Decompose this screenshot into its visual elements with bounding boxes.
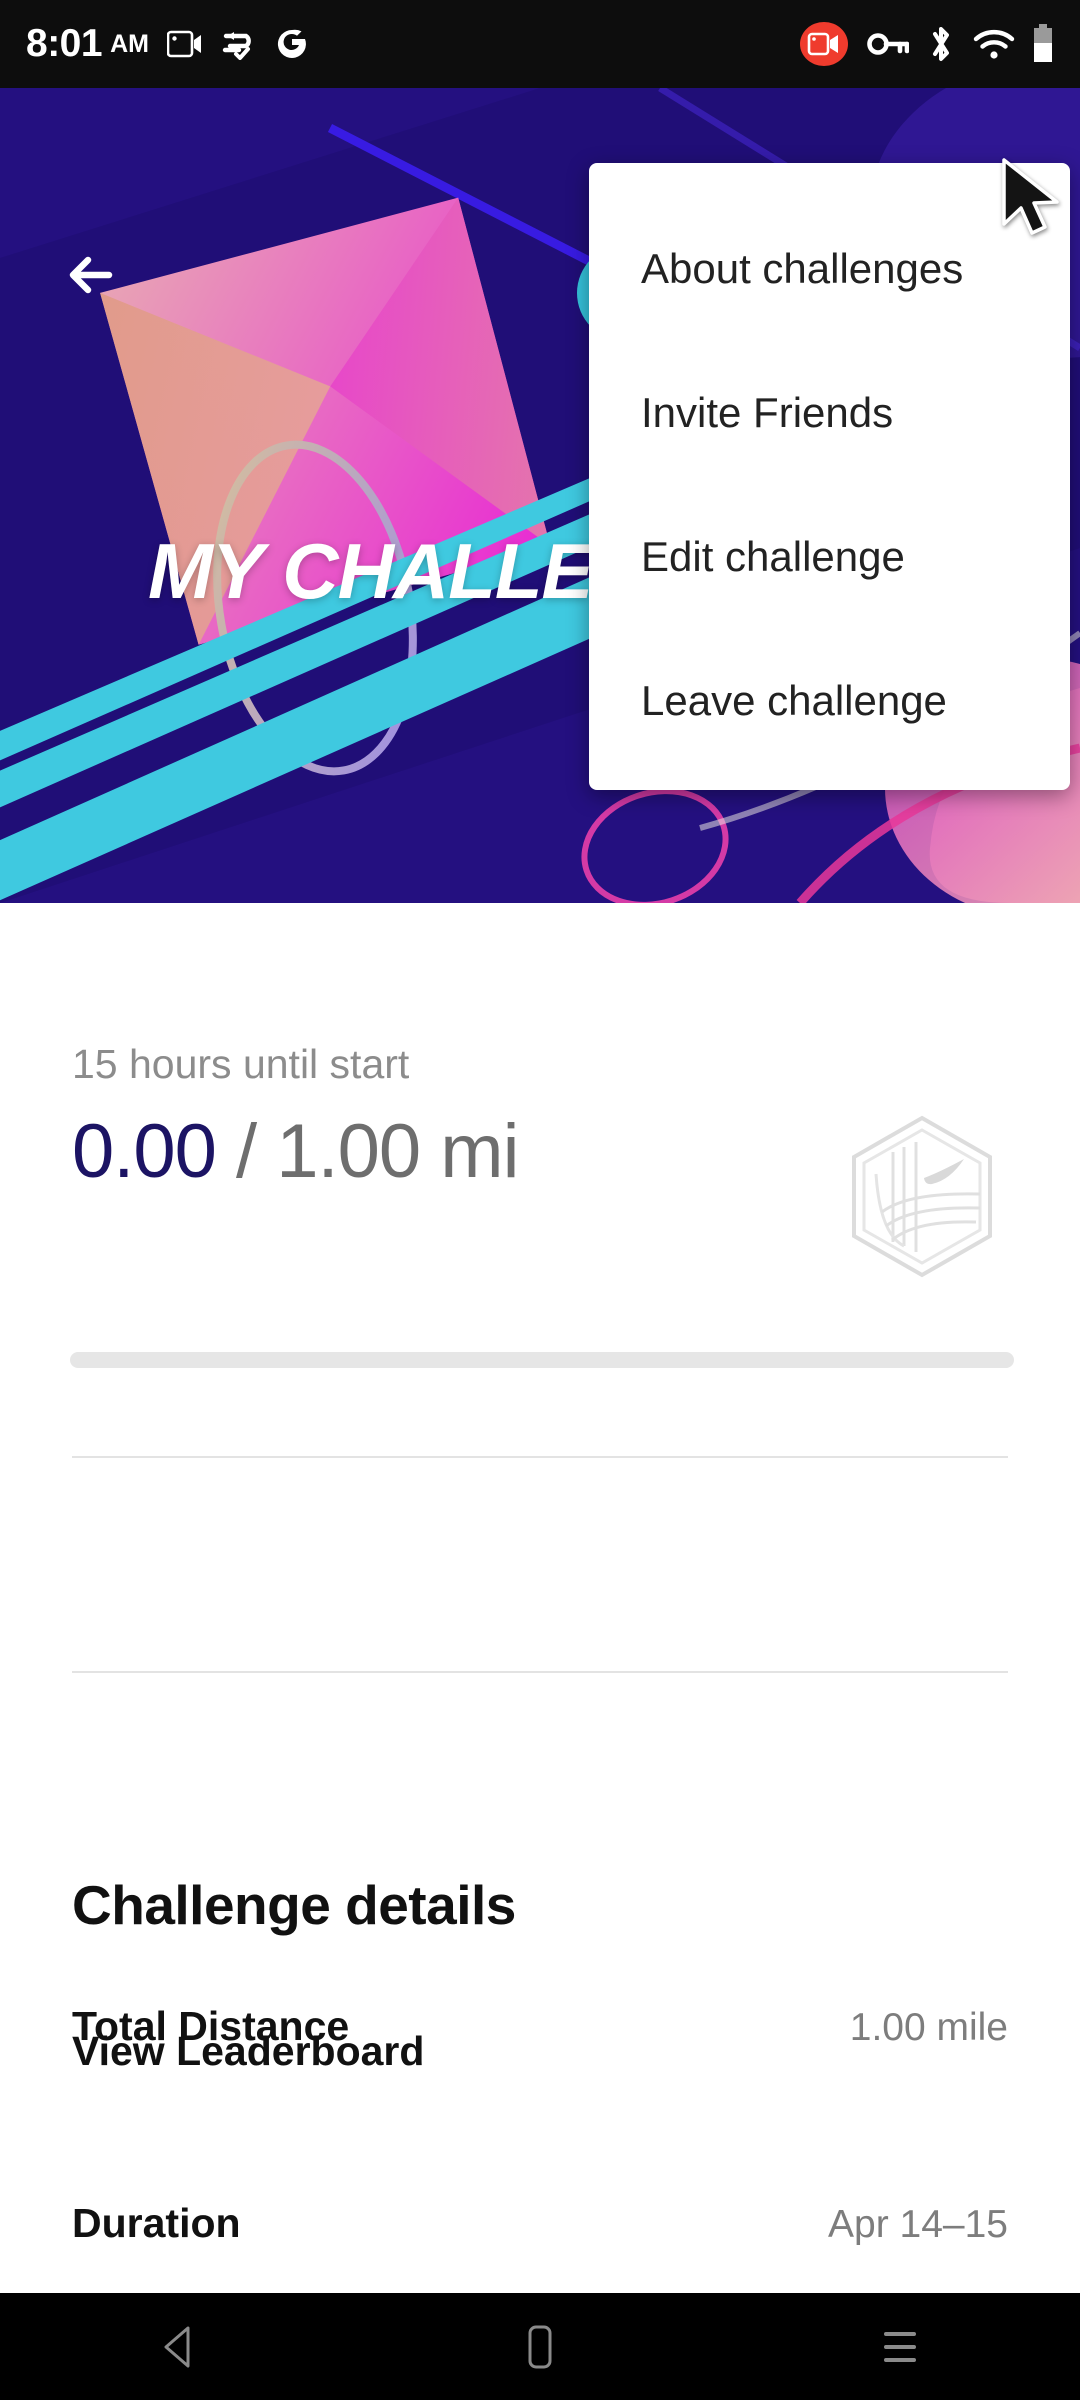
back-button[interactable] [55, 238, 129, 312]
menu-item-leave-challenge[interactable]: Leave challenge [589, 629, 1070, 773]
vpn-key-icon [867, 30, 909, 58]
screen-record-active-icon [798, 19, 850, 69]
status-time: 8:01 [26, 22, 103, 65]
detail-row-duration: Duration Apr 14–15 [72, 2200, 1008, 2247]
android-nav-bar [0, 2293, 1080, 2400]
google-icon [275, 27, 309, 61]
cursor-arrow-icon [1002, 158, 1059, 235]
nav-back-icon [164, 2326, 190, 2367]
status-bar-left: 8:01 AM [26, 22, 309, 66]
challenge-details-title: Challenge details [72, 1874, 516, 1936]
progress-bar [70, 1352, 1014, 1368]
status-bar-right [798, 19, 1054, 69]
nav-recents-icon [884, 2331, 916, 2362]
countdown-text: 15 hours until start [72, 1041, 410, 1087]
detail-label: Total Distance [72, 2003, 350, 2049]
wifi-icon [973, 28, 1015, 60]
distance-row: 0.00 / 1.00 mi [72, 1108, 1008, 1284]
detail-row-total-distance: Total Distance 1.00 mile [72, 2003, 1008, 2050]
battery-icon [1032, 24, 1054, 64]
distance-current: 0.00 [72, 1109, 217, 1194]
challenge-content: 15 hours until start 0.00 / 1.00 mi View… [0, 903, 1080, 2303]
nike-hex-badge-icon [846, 1114, 998, 1284]
detail-label: Duration [72, 2200, 241, 2246]
menu-item-edit-challenge[interactable]: Edit challenge [589, 485, 1070, 629]
nav-back-button[interactable] [120, 2293, 240, 2400]
overflow-menu: About challenges Invite Friends Edit cha… [589, 163, 1070, 790]
nav-recents-button[interactable] [840, 2293, 960, 2400]
mouse-cursor [1000, 158, 1062, 245]
phone-screen: 8:01 AM MY CHALLENGE About challenges In… [0, 0, 1080, 2400]
divider [72, 1671, 1008, 1673]
divider [72, 1456, 1008, 1458]
detail-value: Apr 14–15 [828, 2203, 1008, 2246]
distance-readout: 0.00 / 1.00 mi [72, 1108, 519, 1195]
nav-home-button[interactable] [480, 2293, 600, 2400]
status-ampm: AM [110, 29, 149, 58]
menu-item-invite-friends[interactable]: Invite Friends [589, 341, 1070, 485]
nav-home-icon [528, 2325, 552, 2368]
bluetooth-icon [926, 25, 956, 63]
back-arrow-icon [69, 256, 113, 294]
detail-value: 1.00 mile [849, 2006, 1008, 2049]
distance-goal: / 1.00 mi [215, 1109, 519, 1194]
menu-item-about-challenges[interactable]: About challenges [589, 197, 1070, 341]
data-saver-icon [221, 28, 257, 60]
status-bar: 8:01 AM [0, 0, 1080, 88]
screen-record-icon [166, 29, 203, 59]
